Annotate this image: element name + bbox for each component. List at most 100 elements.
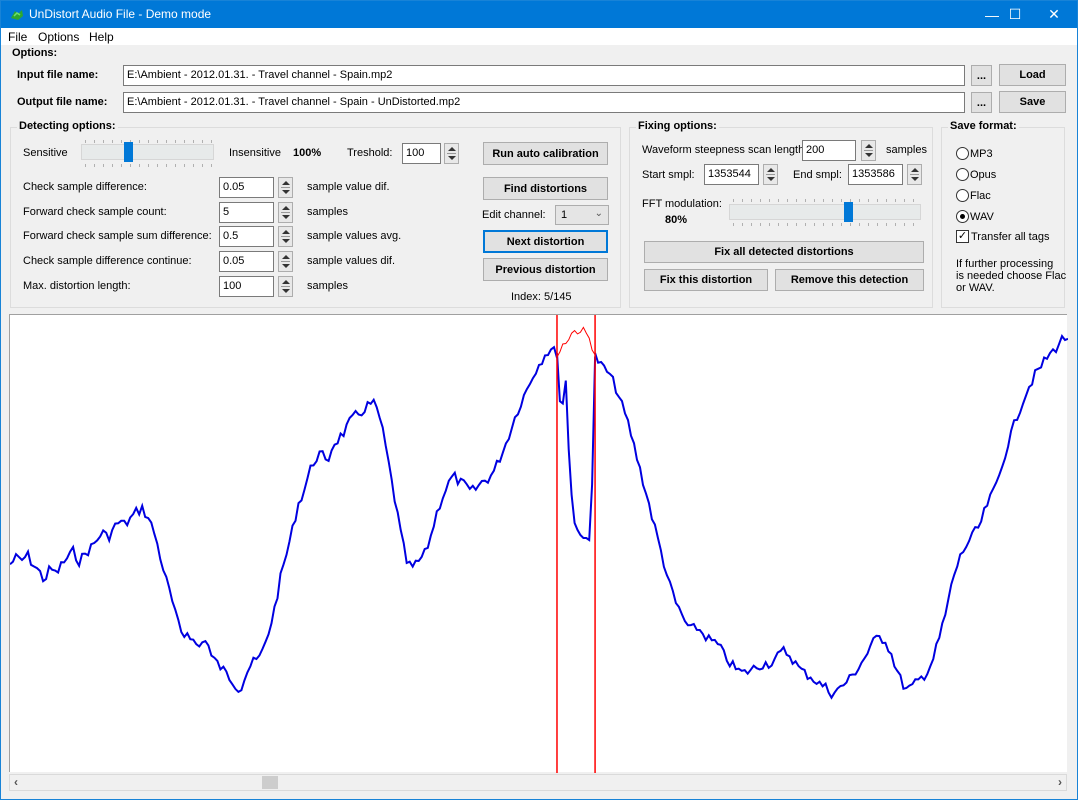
edit-channel-value: 1	[561, 209, 568, 221]
fft-ticks-bottom	[733, 223, 921, 226]
scroll-right-icon[interactable]: ›	[1058, 775, 1062, 789]
param-unit: samples	[307, 280, 348, 292]
param-input[interactable]: 0.5	[219, 226, 274, 247]
menu-help[interactable]: Help	[89, 30, 114, 44]
load-button[interactable]: Load	[999, 64, 1066, 86]
check-icon: ✓	[957, 230, 968, 242]
waveform-distorted-segment	[556, 353, 597, 542]
fft-ticks-top	[733, 199, 921, 202]
format-radio-wav[interactable]	[956, 210, 969, 223]
transfer-tags-checkbox[interactable]: ✓	[956, 230, 969, 243]
end-sample-spinner[interactable]	[907, 164, 922, 185]
scan-length-label: Waveform steepness scan length:	[642, 144, 808, 156]
output-file-field[interactable]: E:\Ambient - 2012.01.31. - Travel channe…	[123, 92, 965, 113]
param-spinner[interactable]	[278, 251, 293, 272]
scroll-left-icon[interactable]: ‹	[14, 775, 18, 789]
horizontal-scrollbar[interactable]: ‹ ›	[9, 774, 1067, 791]
start-sample-spinner[interactable]	[763, 164, 778, 185]
fixing-options-title: Fixing options:	[636, 120, 719, 132]
next-distortion-button[interactable]: Next distortion	[483, 230, 608, 253]
param-label: Forward check sample sum difference:	[23, 230, 212, 242]
scan-length-spinner[interactable]	[861, 140, 876, 161]
close-button[interactable]: ✕	[1031, 1, 1077, 28]
app-logo-icon	[11, 10, 23, 20]
fix-this-distortion-button[interactable]: Fix this distortion	[644, 269, 768, 291]
fft-modulation-slider[interactable]	[729, 204, 921, 220]
start-sample-label: Start smpl:	[642, 169, 695, 181]
fix-all-distortions-button[interactable]: Fix all detected distortions	[644, 241, 924, 263]
param-label: Check sample difference:	[23, 181, 147, 193]
menu-bar: File Options Help	[1, 28, 1077, 45]
browse-output-button[interactable]: ...	[971, 92, 992, 113]
waveform-signal-before	[9, 345, 558, 694]
scrollbar-thumb[interactable]	[262, 776, 278, 789]
scan-length-unit: samples	[886, 144, 927, 156]
transfer-tags-label: Transfer all tags	[971, 231, 1050, 243]
remove-detection-button[interactable]: Remove this detection	[775, 269, 924, 291]
waveform-view[interactable]	[9, 314, 1069, 773]
menu-file[interactable]: File	[8, 30, 27, 44]
detecting-options-title: Detecting options:	[17, 120, 118, 132]
param-spinner[interactable]	[278, 276, 293, 297]
sensitive-label: Sensitive	[23, 147, 68, 159]
input-file-field[interactable]: E:\Ambient - 2012.01.31. - Travel channe…	[123, 65, 965, 86]
previous-distortion-button[interactable]: Previous distortion	[483, 258, 608, 281]
param-spinner[interactable]	[278, 177, 293, 198]
sensitivity-slider-thumb[interactable]	[123, 142, 133, 162]
format-radio-opus[interactable]	[956, 168, 969, 181]
waveform-fixed-preview	[556, 326, 596, 358]
param-spinner[interactable]	[278, 226, 293, 247]
end-sample-input[interactable]: 1353586	[848, 164, 903, 185]
param-label: Forward check sample count:	[23, 206, 167, 218]
window-title: UnDistort Audio File - Demo mode	[29, 7, 212, 21]
fft-modulation-label: FFT modulation:	[642, 198, 722, 210]
app-window: UnDistort Audio File - Demo mode — ☐ ✕ F…	[0, 0, 1078, 800]
edit-channel-select[interactable]: 1 ⌄	[555, 205, 609, 225]
threshold-input[interactable]: 100	[402, 143, 441, 164]
param-input[interactable]: 0.05	[219, 251, 274, 272]
start-sample-input[interactable]: 1353544	[704, 164, 759, 185]
param-spinner[interactable]	[278, 202, 293, 223]
param-input[interactable]: 0.05	[219, 177, 274, 198]
save-button[interactable]: Save	[999, 91, 1066, 113]
sensitivity-ticks-bottom	[85, 164, 213, 167]
threshold-spinner[interactable]	[444, 143, 459, 164]
param-input[interactable]: 5	[219, 202, 274, 223]
sensitivity-ticks-top	[85, 140, 213, 143]
param-unit: samples	[307, 206, 348, 218]
format-note-line3: or WAV.	[956, 282, 995, 294]
sensitivity-slider[interactable]	[81, 144, 214, 160]
format-label: MP3	[970, 148, 993, 160]
format-label: WAV	[970, 211, 994, 223]
param-label: Max. distortion length:	[23, 280, 131, 292]
run-auto-calibration-button[interactable]: Run auto calibration	[483, 142, 608, 165]
format-label: Opus	[970, 169, 997, 181]
browse-input-button[interactable]: ...	[971, 65, 992, 86]
fft-modulation-value: 80%	[665, 214, 688, 226]
param-unit: sample values dif.	[307, 255, 396, 267]
title-bar[interactable]: UnDistort Audio File - Demo mode — ☐ ✕	[1, 1, 1077, 28]
find-distortions-button[interactable]: Find distortions	[483, 177, 608, 200]
format-label: Flac	[970, 190, 991, 202]
output-file-label: Output file name:	[17, 96, 108, 108]
format-note-line2: is needed choose Flac	[956, 270, 1067, 282]
save-format-title: Save format:	[948, 120, 1019, 132]
end-sample-label: End smpl:	[793, 169, 842, 181]
scan-length-input[interactable]: 200	[802, 140, 856, 161]
sensitivity-value: 100%	[293, 147, 322, 159]
waveform-canvas	[9, 315, 1069, 773]
param-unit: sample value dif.	[307, 181, 390, 193]
fft-modulation-slider-thumb[interactable]	[844, 202, 854, 222]
chevron-down-icon: ⌄	[594, 208, 603, 219]
format-radio-mp3[interactable]	[956, 147, 969, 160]
waveform-signal-after	[594, 334, 1069, 700]
edit-channel-label: Edit channel:	[482, 209, 546, 221]
menu-options[interactable]: Options	[38, 30, 79, 44]
options-section-label: Options:	[12, 47, 58, 59]
format-note-line1: If further processing	[956, 258, 1054, 270]
param-unit: sample values avg.	[307, 230, 402, 242]
param-input[interactable]: 100	[219, 276, 274, 297]
param-label: Check sample difference continue:	[23, 255, 192, 267]
format-radio-flac[interactable]	[956, 189, 969, 202]
insensitive-label: Insensitive	[229, 147, 281, 159]
